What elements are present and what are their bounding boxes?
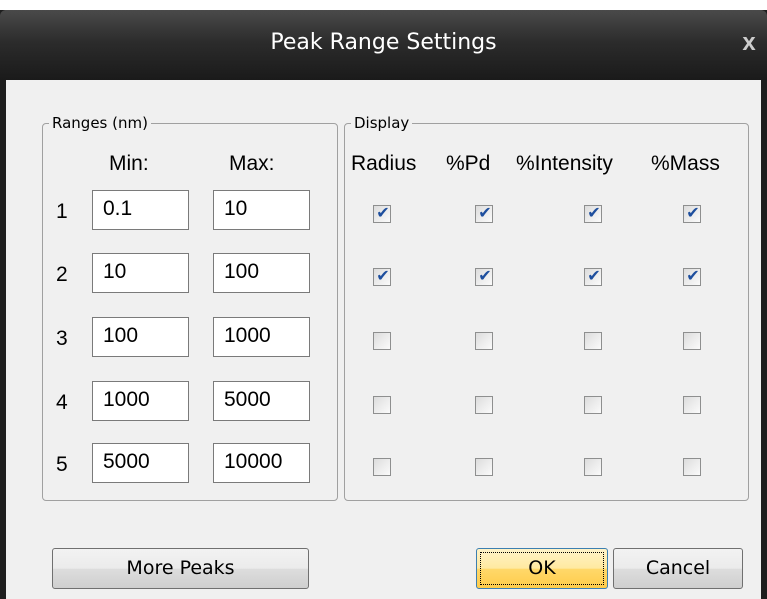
- min-field-5[interactable]: 5000: [92, 443, 189, 483]
- checkbox-radius-5[interactable]: [373, 458, 391, 476]
- checkmark-icon: ✔: [478, 266, 492, 285]
- max-field-4[interactable]: 5000: [213, 381, 310, 421]
- max-field-1[interactable]: 10: [213, 190, 310, 230]
- checkbox-intensity-2[interactable]: ✔: [584, 266, 602, 286]
- max-field-5[interactable]: 10000: [213, 443, 310, 483]
- row-index-4: 4: [56, 391, 68, 414]
- checkbox-pd-2[interactable]: ✔: [475, 266, 493, 286]
- checkbox-pd-5[interactable]: [475, 458, 493, 476]
- checkbox-pd-4[interactable]: [475, 396, 493, 414]
- radius-header: Radius: [351, 152, 417, 175]
- focus-rect: [480, 552, 604, 585]
- pd-header: %Pd: [446, 152, 491, 175]
- row-index-2: 2: [56, 263, 68, 286]
- checkmark-icon: ✔: [478, 203, 492, 222]
- dialog-window: Peak Range Settings x Ranges (nm) Displa…: [0, 10, 767, 599]
- more-peaks-button[interactable]: More Peaks: [52, 548, 309, 589]
- min-field-2[interactable]: 10: [92, 253, 189, 293]
- checkbox-intensity-1[interactable]: ✔: [584, 203, 602, 223]
- mass-header: %Mass: [651, 152, 720, 175]
- row-index-1: 1: [56, 200, 68, 223]
- checkbox-intensity-5[interactable]: [584, 458, 602, 476]
- ok-button[interactable]: OK: [476, 548, 608, 589]
- intensity-header: %Intensity: [516, 152, 613, 175]
- title-bar[interactable]: Peak Range Settings x: [0, 10, 767, 80]
- checkbox-intensity-4[interactable]: [584, 396, 602, 414]
- checkbox-mass-4[interactable]: [683, 396, 701, 414]
- display-legend: Display: [354, 114, 410, 132]
- checkbox-mass-1[interactable]: ✔: [683, 203, 701, 223]
- checkmark-icon: ✔: [587, 266, 601, 285]
- checkbox-intensity-3[interactable]: [584, 332, 602, 350]
- min-field-4[interactable]: 1000: [92, 381, 189, 421]
- max-field-3[interactable]: 1000: [213, 317, 310, 357]
- checkmark-icon: ✔: [376, 203, 390, 222]
- checkmark-icon: ✔: [376, 266, 390, 285]
- min-header: Min:: [109, 152, 149, 175]
- max-header: Max:: [229, 152, 275, 175]
- checkmark-icon: ✔: [587, 203, 601, 222]
- checkmark-icon: ✔: [686, 266, 700, 285]
- checkbox-radius-4[interactable]: [373, 396, 391, 414]
- close-icon[interactable]: x: [735, 28, 763, 58]
- dialog-title: Peak Range Settings: [270, 30, 497, 55]
- checkbox-pd-3[interactable]: [475, 332, 493, 350]
- min-field-3[interactable]: 100: [92, 317, 189, 357]
- row-index-5: 5: [56, 453, 68, 476]
- checkmark-icon: ✔: [686, 203, 700, 222]
- ranges-legend: Ranges (nm): [52, 114, 148, 132]
- checkbox-radius-1[interactable]: ✔: [373, 203, 391, 223]
- checkbox-pd-1[interactable]: ✔: [475, 203, 493, 223]
- checkbox-mass-5[interactable]: [683, 458, 701, 476]
- row-index-3: 3: [56, 327, 68, 350]
- max-field-2[interactable]: 100: [213, 253, 310, 293]
- cancel-button[interactable]: Cancel: [613, 548, 743, 589]
- checkbox-radius-3[interactable]: [373, 332, 391, 350]
- checkbox-radius-2[interactable]: ✔: [373, 266, 391, 286]
- min-field-1[interactable]: 0.1: [92, 190, 189, 230]
- checkbox-mass-3[interactable]: [683, 332, 701, 350]
- checkbox-mass-2[interactable]: ✔: [683, 266, 701, 286]
